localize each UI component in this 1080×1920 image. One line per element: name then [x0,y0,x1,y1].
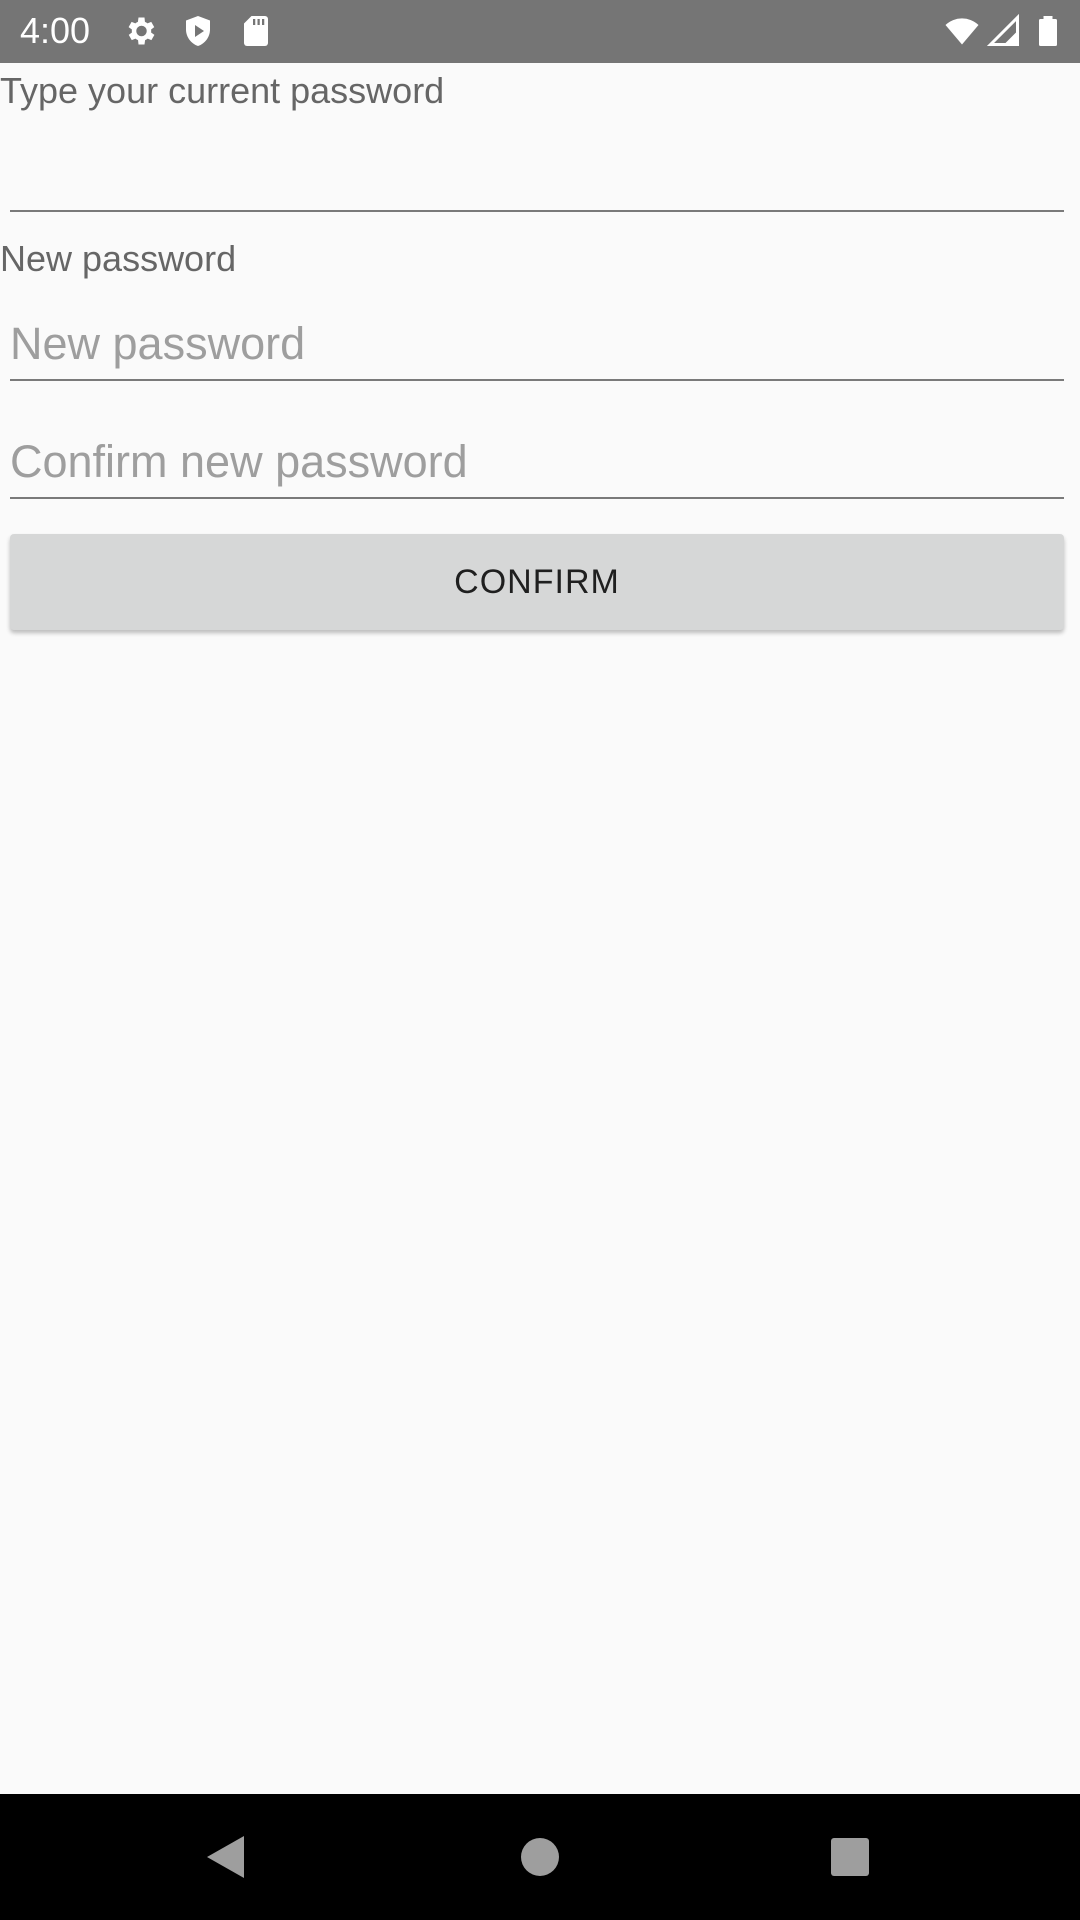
gear-icon [122,13,158,49]
confirm-button[interactable]: CONFIRM [10,534,1064,630]
confirm-password-input[interactable] [10,427,1064,497]
current-password-field[interactable] [10,140,1064,212]
new-password-input[interactable] [10,309,1064,379]
confirm-password-field[interactable] [10,427,1064,499]
status-time: 4:00 [20,10,91,51]
status-bar: 4:00 [0,0,1080,63]
current-password-input[interactable] [10,140,1064,210]
sd-card-icon [238,13,274,49]
current-password-label: Type your current password [0,70,445,111]
back-icon[interactable] [190,1822,260,1892]
battery-icon [1030,13,1066,49]
new-password-label: New password [0,238,237,279]
signal-icon [986,13,1022,49]
home-icon[interactable] [505,1822,575,1892]
recents-icon[interactable] [815,1822,885,1892]
navigation-bar [0,1794,1080,1920]
new-password-field[interactable] [10,309,1064,381]
wifi-icon [944,13,980,49]
shield-icon [180,13,216,49]
